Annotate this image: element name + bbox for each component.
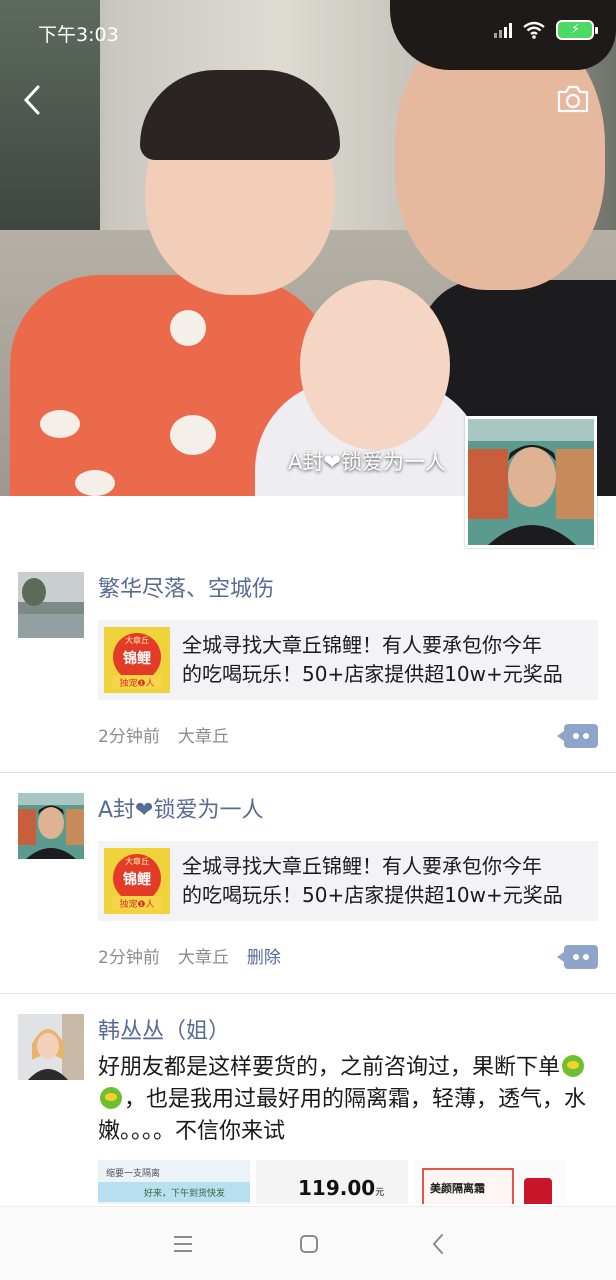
battery-icon: ⚡ [556,20,598,40]
comment-more-icon[interactable] [557,945,598,969]
emoji-icon [562,1055,585,1077]
signal-icon [494,22,512,38]
wifi-icon [523,21,545,39]
thumb-main-label: 锦鲤 [123,650,151,667]
shared-link-title: 全城寻找大章丘锦鲤！有人要承包你今年 的吃喝玩乐！50+店家提供超10w+元奖品 [182,631,563,689]
image-subcaption: 好来，下午到货快发 [144,1189,226,1199]
post-author[interactable]: 韩丛丛（姐） [98,1014,598,1050]
image-price-unit: 元 [375,1188,385,1198]
post-text: 好朋友都是这样要货的，之前咨询过，果断下单 ，也是我用过最好用的隔离霜，轻薄，透气… [98,1052,598,1148]
shared-link-title: 全城寻找大章丘锦鲤！有人要承包你今年 的吃喝玩乐！50+店家提供超10w+元奖品 [182,852,563,910]
shared-link-thumbnail: 大章丘 锦鲤 独宠❶人 [104,848,170,914]
image-caption: 缩要一支隔离 [106,1169,161,1179]
shared-link-card[interactable]: 大章丘 锦鲤 独宠❶人 全城寻找大章丘锦鲤！有人要承包你今年 的吃喝玩乐！50+… [98,620,598,700]
post-author[interactable]: A封❤锁爱为一人 [98,793,598,829]
shared-link-thumbnail: 大章丘 锦鲤 独宠❶人 [104,627,170,693]
moments-feed: 繁华尽落、空城伤 大章丘 锦鲤 独宠❶人 全城寻找大章丘锦鲤！有人要承包你今年 … [0,552,616,1226]
moment-post: 繁华尽落、空城伤 大章丘 锦鲤 独宠❶人 全城寻找大章丘锦鲤！有人要承包你今年 … [0,552,616,773]
post-text-part2: ，也是我用过最好用的隔离霜，轻薄，透气，水嫩。。。。不信你来试 [98,1087,587,1144]
comment-more-icon[interactable] [557,724,598,748]
post-image[interactable]: 缩要一支隔离 好来，下午到货快发 [98,1160,250,1204]
camera-icon[interactable] [556,84,590,114]
post-time: 2分钟前 [98,726,160,747]
post-text-part1: 好朋友都是这样要货的，之前咨询过，果断下单 [98,1055,561,1080]
post-location[interactable]: 大章丘 [178,722,229,747]
system-navigation-bar [0,1206,616,1280]
post-time: 2分钟前 [98,947,160,968]
shared-link-title-line2: 的吃喝玩乐！50+店家提供超10w+元奖品 [182,662,563,686]
owner-avatar[interactable] [465,416,597,548]
thumb-top-label: 大章丘 [125,856,149,866]
back-icon[interactable] [426,1231,452,1257]
image-caption: 美颜隔离霜 [430,1182,485,1195]
delete-button[interactable]: 删除 [247,943,281,968]
thumb-main-label: 锦鲤 [123,871,151,888]
emoji-icon [100,1087,122,1109]
post-author[interactable]: 繁华尽落、空城伤 [98,572,598,608]
back-arrow-icon[interactable] [16,82,52,118]
post-image[interactable]: 美颜隔离霜 [414,1160,566,1204]
post-location[interactable]: 大章丘 [178,943,229,968]
post-meta: 2分钟前 大章丘 [98,718,598,750]
avatar[interactable] [18,572,84,638]
shared-link-title-line2: 的吃喝玩乐！50+店家提供超10w+元奖品 [182,883,563,907]
post-image-gallery: 缩要一支隔离 好来，下午到货快发 119.00元 美颜隔离霜 [98,1160,598,1204]
avatar[interactable] [18,1014,84,1080]
home-icon[interactable] [296,1231,322,1257]
moment-post: A封❤锁爱为一人 大章丘 锦鲤 独宠❶人 全城寻找大章丘锦鲤！有人要承包你今年 … [0,773,616,994]
status-bar: 下午3:03 ⚡ [0,0,616,64]
shared-link-title-line1: 全城寻找大章丘锦鲤！有人要承包你今年 [182,633,542,657]
post-meta: 2分钟前 大章丘 删除 [98,939,598,971]
thumb-bottom-label: 独宠❶人 [119,677,154,689]
owner-name[interactable]: A封❤锁爱为一人 [288,446,446,476]
avatar[interactable] [18,793,84,859]
post-image[interactable]: 119.00元 [256,1160,408,1204]
thumb-bottom-label: 独宠❶人 [119,898,154,910]
shared-link-card[interactable]: 大章丘 锦鲤 独宠❶人 全城寻找大章丘锦鲤！有人要承包你今年 的吃喝玩乐！50+… [98,841,598,921]
image-price: 119.00 [298,1176,376,1200]
thumb-top-label: 大章丘 [125,635,149,645]
shared-link-title-line1: 全城寻找大章丘锦鲤！有人要承包你今年 [182,854,542,878]
moment-post: 韩丛丛（姐） 好朋友都是这样要货的，之前咨询过，果断下单 ，也是我用过最好用的隔离… [0,994,616,1226]
menu-icon[interactable] [170,1231,196,1257]
status-time: 下午3:03 [38,24,119,46]
